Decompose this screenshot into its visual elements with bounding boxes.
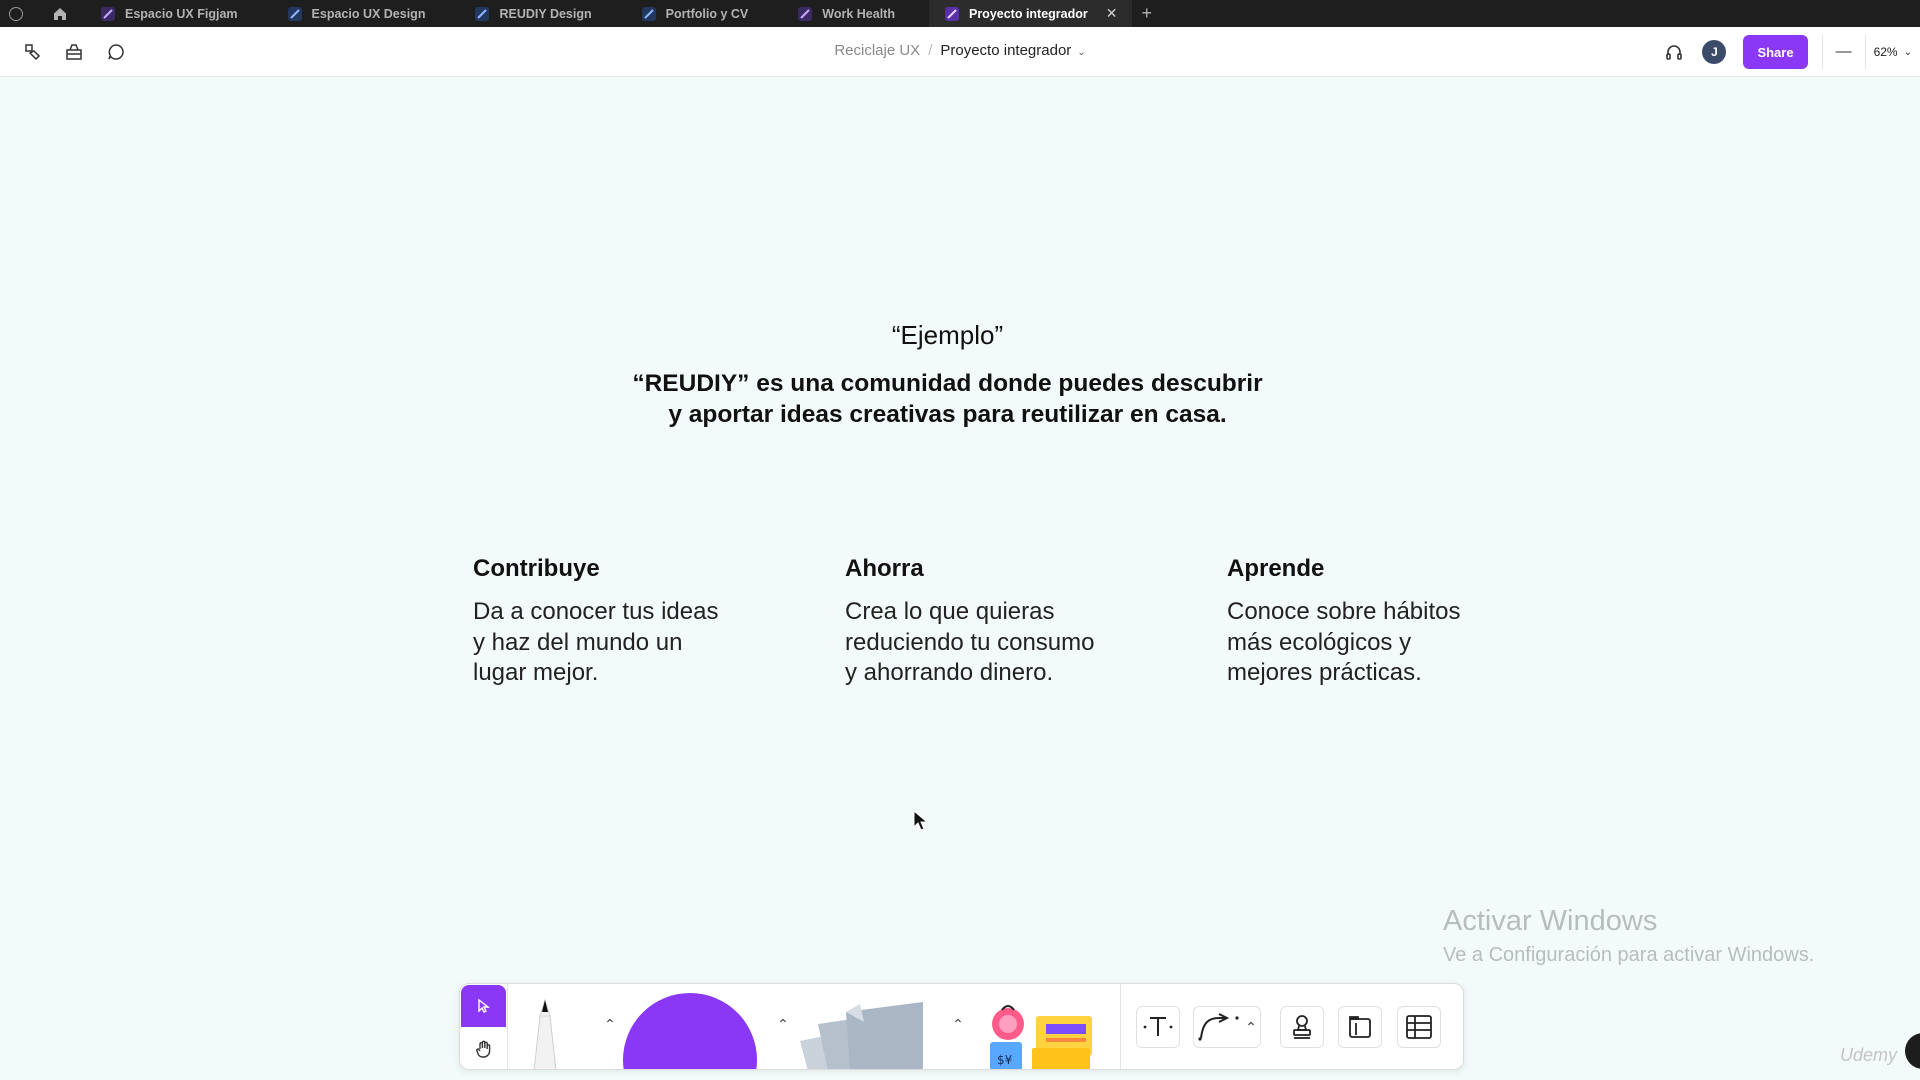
tab-label: Work Health [822, 6, 895, 21]
avatar[interactable]: J [1702, 40, 1727, 64]
breadcrumb: Reciclaje UX / Proyecto integrador ⌄ [0, 42, 1920, 59]
example-label[interactable]: “Ejemplo” [0, 320, 1895, 351]
tab-proyecto-integrador[interactable]: Proyecto integrador ✕ [928, 0, 1132, 27]
chevron-down-icon[interactable]: ⌄ [1077, 47, 1085, 58]
chevron-down-icon: ⌄ [1903, 46, 1912, 58]
stamp-tool[interactable] [1280, 1006, 1324, 1048]
feature-line: Da a conocer tus ideas [473, 598, 719, 625]
watermark-subtitle: Ve a Configuración para activar Windows. [1443, 944, 1815, 966]
share-button[interactable]: Share [1743, 35, 1808, 69]
section-tool[interactable] [1338, 1006, 1382, 1048]
divider [1120, 984, 1121, 1069]
tool-dock: ⌃ ⌃ ⌃ $¥ ⌃ [459, 983, 1464, 1070]
design-file-icon [475, 6, 490, 21]
figjam-file-icon [101, 6, 115, 21]
figjam-file-icon [944, 6, 959, 21]
feature-ahorra[interactable]: Ahorra Crea lo que quieras reduciendo tu… [845, 555, 1145, 689]
shape-icon [623, 993, 757, 1069]
feature-line: reduciendo tu consumo [845, 628, 1095, 656]
headphones-icon[interactable] [1662, 40, 1686, 64]
tab-espacio-ux-figjam[interactable]: Espacio UX Figjam [85, 0, 252, 27]
svg-text:$¥: $¥ [997, 1053, 1013, 1067]
feature-aprende[interactable]: Aprende Conoce sobre hábitos más ecológi… [1227, 555, 1527, 689]
main-menu-icon[interactable] [20, 40, 44, 64]
zoom-dropdown[interactable]: 62% ⌄ [1864, 35, 1920, 69]
section-icon [1349, 1016, 1371, 1038]
tab-label: REUDIY Design [499, 6, 592, 21]
breadcrumb-separator: / [928, 42, 933, 59]
breadcrumb-current[interactable]: Proyecto integrador [940, 42, 1071, 59]
feature-title: Aprende [1227, 555, 1325, 582]
tab-portfolio-y-cv[interactable]: Portfolio y CV [626, 0, 763, 27]
table-icon [1406, 1015, 1432, 1039]
comment-icon[interactable] [104, 40, 128, 64]
window-menu-icon[interactable] [9, 6, 23, 21]
tab-work-health[interactable]: Work Health [782, 0, 909, 27]
stamp-icon [1293, 1015, 1311, 1039]
tab-label: Espacio UX Design [311, 6, 426, 21]
watermark-title: Activar Windows [1443, 905, 1658, 937]
feature-line: mejores prácticas. [1227, 659, 1422, 686]
marker-tool[interactable] [525, 998, 565, 1069]
mouse-cursor-icon [913, 809, 929, 837]
design-file-icon [287, 6, 302, 21]
feature-line: y haz del mundo un [473, 628, 683, 656]
sticky-note-icon [800, 1002, 923, 1069]
tab-espacio-ux-design[interactable]: Espacio UX Design [272, 0, 440, 27]
text-icon [1143, 1017, 1173, 1036]
tab-bar: Espacio UX Figjam Espacio UX Design REUD… [0, 0, 1920, 27]
windows-activation-watermark: Activar Windows Ve a Configuración para … [1443, 905, 1814, 967]
table-tool[interactable] [1397, 1006, 1441, 1048]
tab-reudiy-design[interactable]: REUDIY Design [459, 0, 605, 27]
headline-line: y aportar ideas creativas para reutiliza… [668, 401, 1227, 428]
chevron-up-icon[interactable]: ⌃ [600, 1014, 620, 1034]
top-toolbar: Reciclaje UX / Proyecto integrador ⌄ J Shar… [0, 27, 1920, 77]
connector-tool[interactable]: ⌃ [1193, 1006, 1261, 1048]
feature-line: más ecológicos y [1227, 628, 1412, 656]
feature-contribuye[interactable]: Contribuye Da a conocer tus ideas y haz … [473, 555, 773, 689]
design-file-icon [641, 6, 656, 21]
figjam-file-icon [798, 6, 813, 21]
feature-line: Crea lo que quieras [845, 598, 1055, 625]
stickers-tool[interactable]: $¥ [988, 1004, 1098, 1069]
headline-text[interactable]: “REUDIY” es una comunidad donde puedes d… [0, 368, 1895, 430]
feature-line: lugar mejor. [473, 659, 599, 686]
chevron-up-icon[interactable]: ⌃ [948, 1014, 968, 1034]
divider [1821, 35, 1823, 69]
select-tool[interactable] [461, 985, 506, 1027]
tab-label: Portfolio y CV [665, 6, 749, 21]
headline-line: “REUDIY” es una comunidad donde puedes d… [632, 370, 1263, 397]
sticky-note-tool[interactable] [788, 996, 938, 1069]
close-tab-icon[interactable]: ✕ [1106, 5, 1118, 22]
connector-icon [1198, 1013, 1239, 1041]
shape-tool[interactable] [622, 992, 758, 1069]
resources-icon[interactable] [62, 40, 86, 64]
marker-icon [533, 998, 557, 1069]
feature-title: Contribuye [473, 555, 600, 582]
zoom-out-button[interactable]: — [1831, 39, 1857, 65]
home-icon[interactable] [51, 5, 69, 23]
text-tool[interactable] [1136, 1006, 1180, 1048]
tab-label: Proyecto integrador [968, 6, 1088, 21]
select-icon [477, 998, 490, 1013]
stickers-icon: $¥ [990, 1005, 1092, 1069]
breadcrumb-parent[interactable]: Reciclaje UX [834, 42, 920, 59]
zoom-level: 62% [1873, 45, 1898, 59]
divider [507, 984, 508, 1069]
hand-tool[interactable] [461, 1028, 506, 1069]
feature-line: Conoce sobre hábitos [1227, 598, 1461, 625]
feature-title: Ahorra [845, 555, 924, 582]
feature-line: y ahorrando dinero. [845, 659, 1054, 686]
new-tab-icon[interactable]: + [1142, 3, 1153, 24]
chevron-up-icon[interactable]: ⌃ [1245, 1019, 1257, 1036]
tab-label: Espacio UX Figjam [125, 6, 238, 21]
hand-icon [475, 1040, 490, 1058]
udemy-logo: Udemy [1840, 1045, 1898, 1065]
